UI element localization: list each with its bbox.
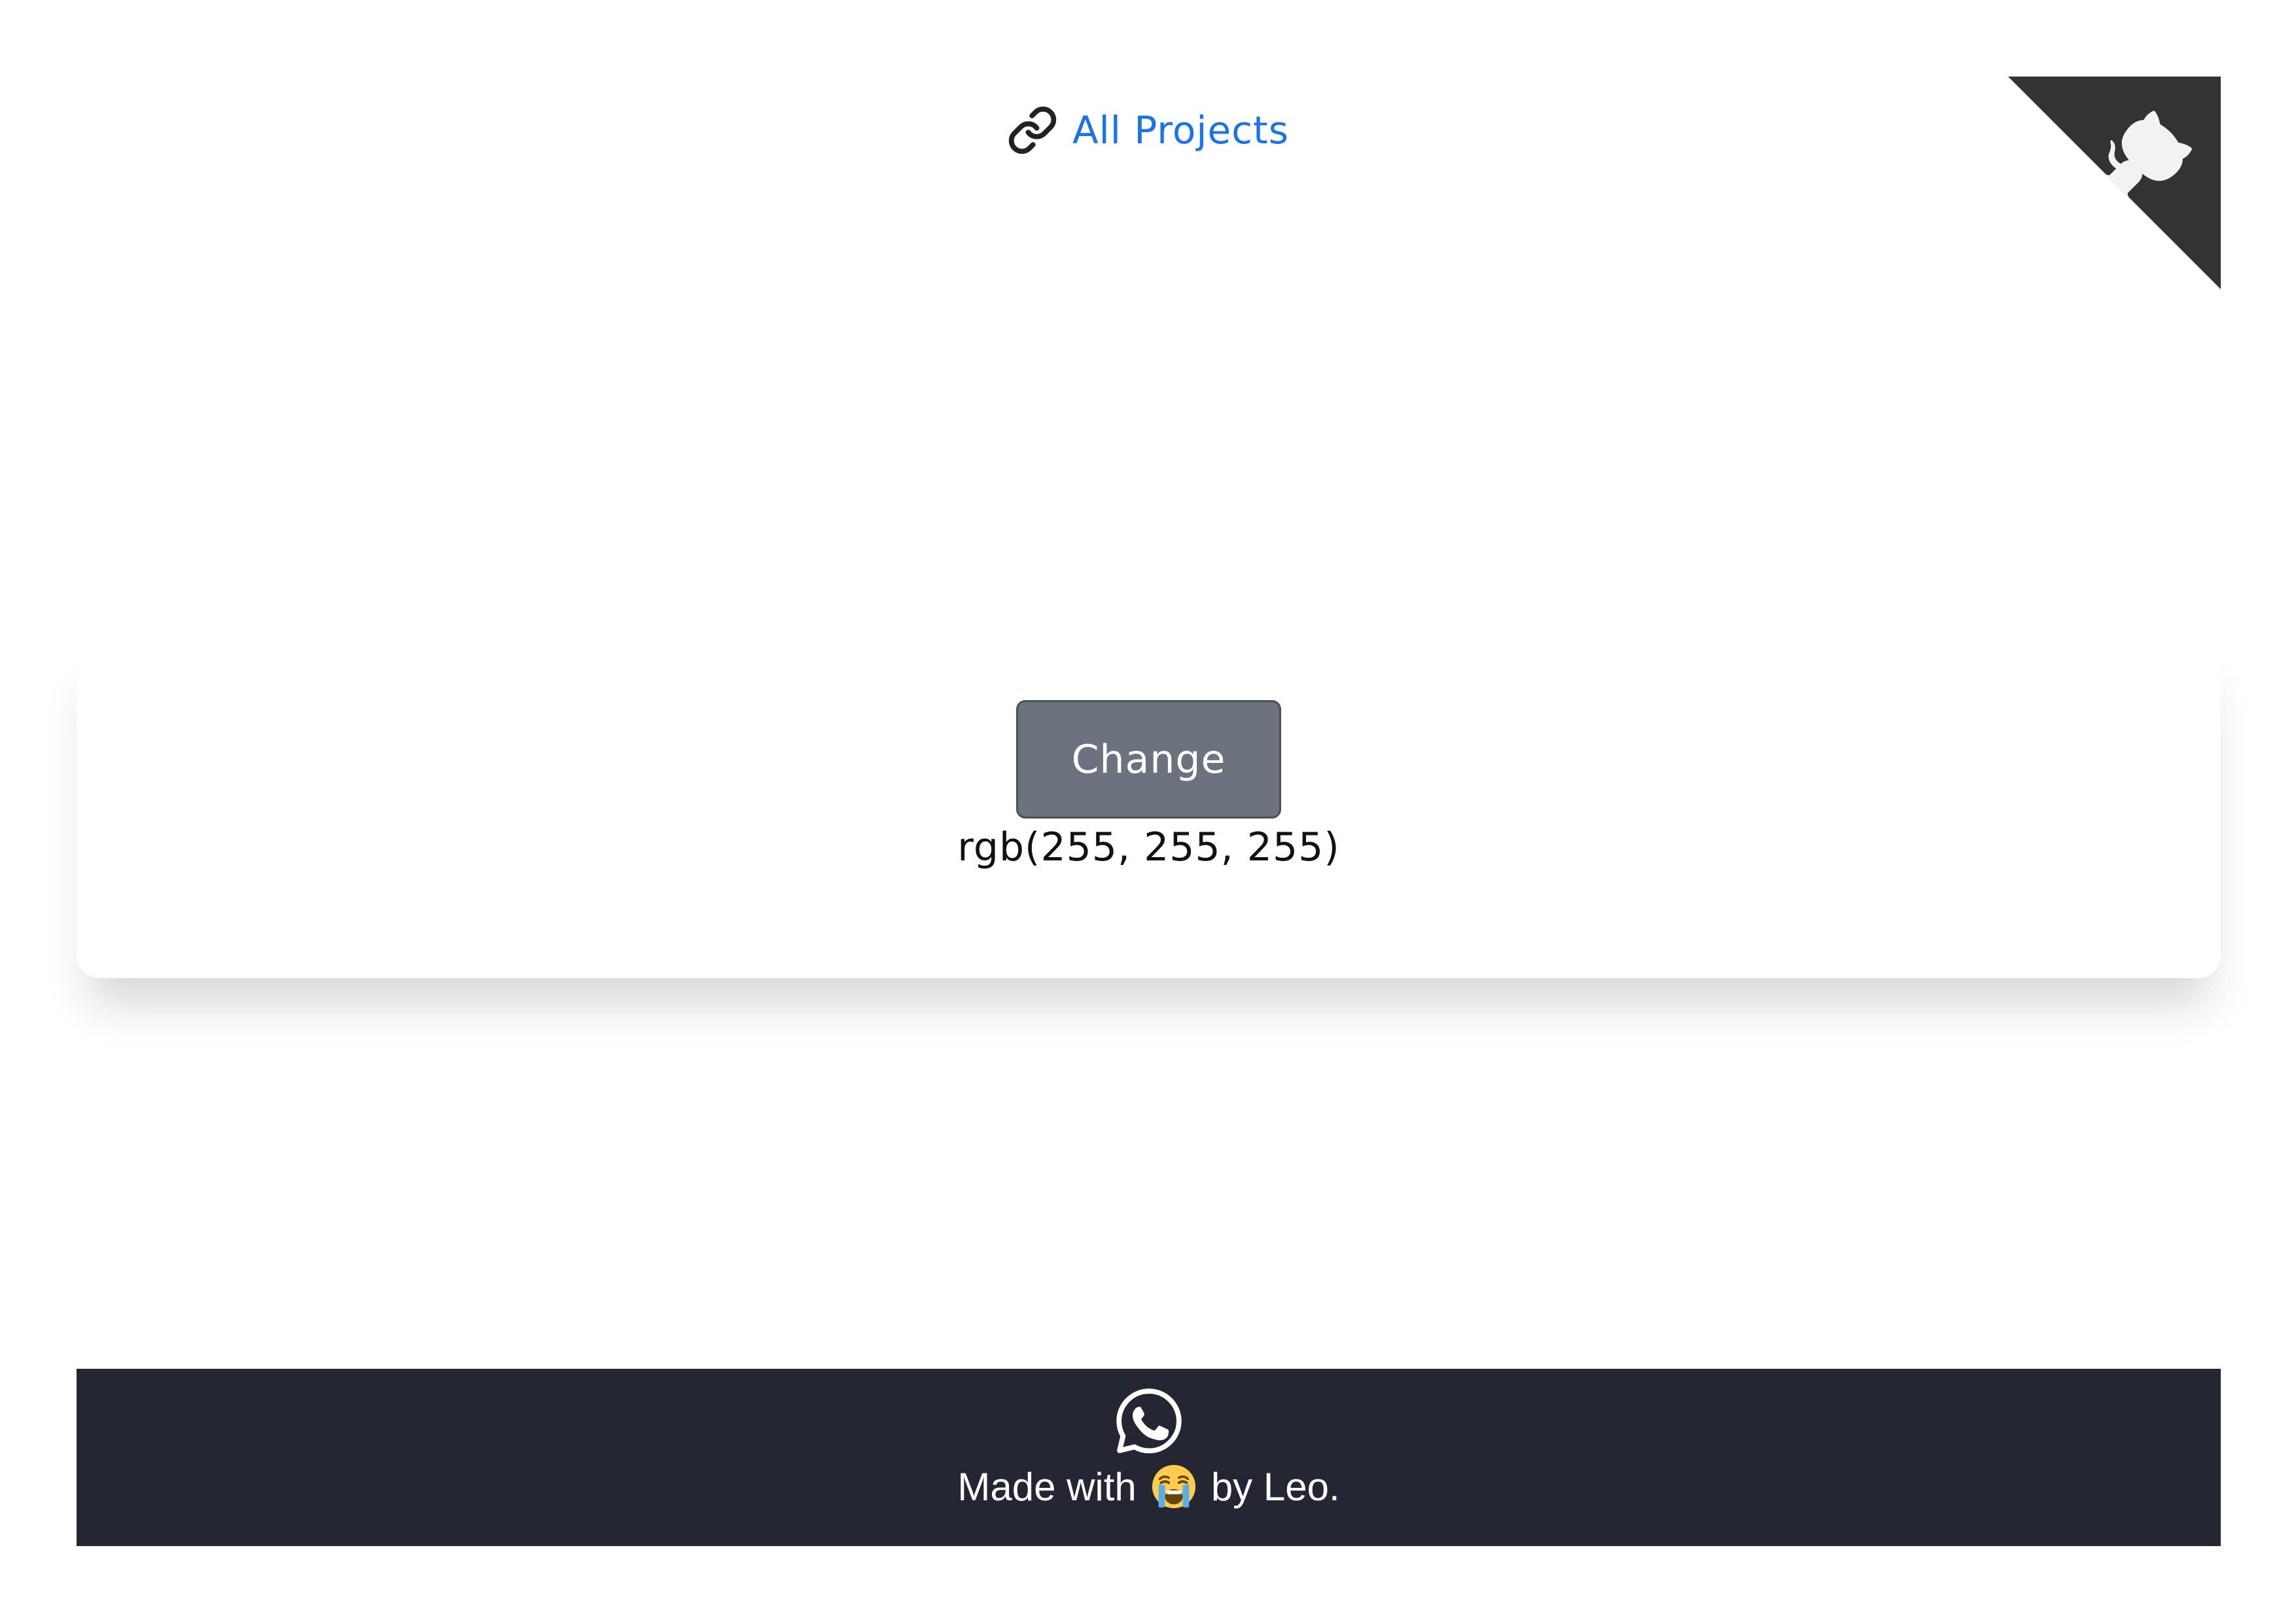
color-value-text: rgb(255, 255, 255)	[957, 824, 1340, 870]
footer: Made with by Leo.	[77, 1369, 2221, 1546]
github-octocat-icon	[2008, 77, 2221, 289]
github-corner-link[interactable]	[2008, 77, 2221, 289]
loudly-crying-face-icon	[1151, 1464, 1197, 1509]
made-with-text: Made with	[957, 1464, 1137, 1509]
all-projects-link[interactable]: All Projects	[0, 105, 2296, 156]
page: All Projects Change rgb(255, 255, 255) M…	[0, 0, 2296, 1622]
by-leo-text: by Leo.	[1210, 1464, 1340, 1509]
color-card: Change rgb(255, 255, 255)	[77, 638, 2221, 978]
all-projects-label: All Projects	[1072, 108, 1289, 152]
link-icon	[1007, 105, 1058, 156]
whatsapp-icon[interactable]	[1113, 1385, 1185, 1457]
change-button[interactable]: Change	[1016, 700, 1281, 819]
footer-credit: Made with by Leo.	[957, 1464, 1339, 1509]
